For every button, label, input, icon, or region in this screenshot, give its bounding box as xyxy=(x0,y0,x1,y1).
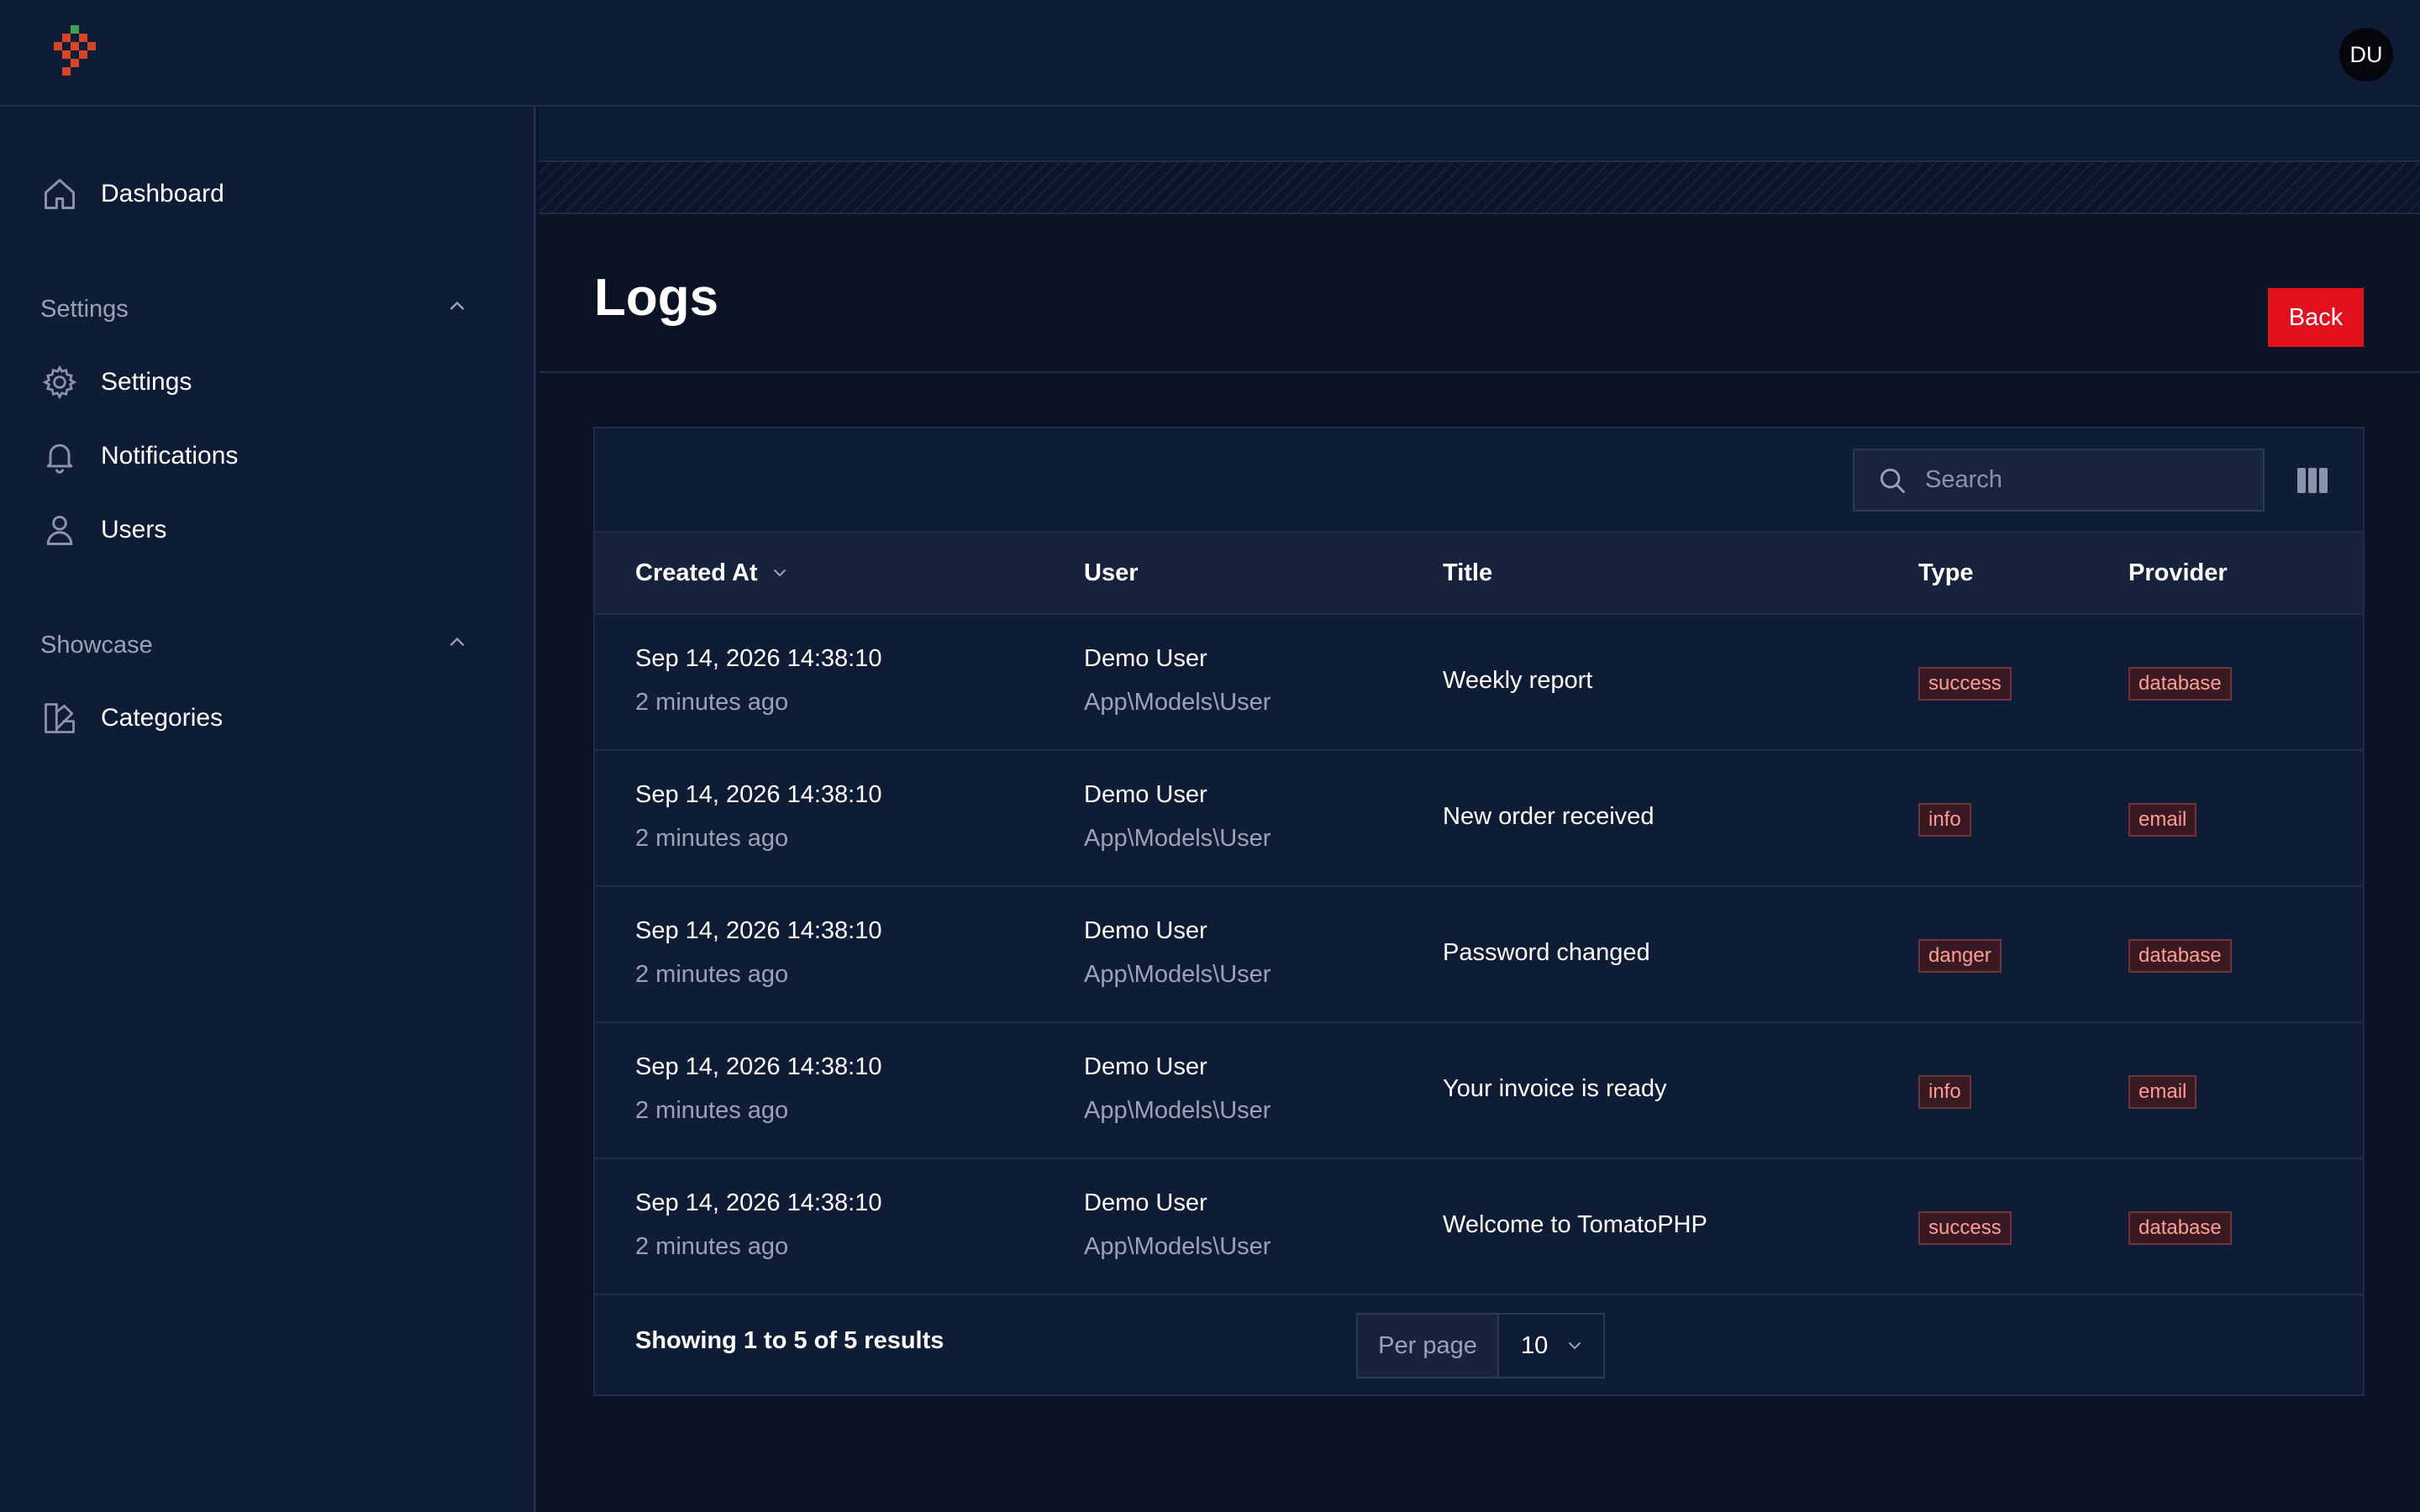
search-icon xyxy=(1880,468,1905,493)
column-header-user: User xyxy=(1084,559,1139,586)
type-badge: success xyxy=(1918,667,2012,701)
chevron-down-icon xyxy=(1569,1342,1581,1350)
sidebar-item-label: Categories xyxy=(101,704,224,732)
logo-icon[interactable] xyxy=(54,25,106,82)
provider-badge: database xyxy=(2128,939,2232,973)
user-model: App\Models\User xyxy=(1084,1097,1271,1124)
provider-badge: email xyxy=(2128,1075,2197,1109)
categories-icon xyxy=(40,699,79,738)
user-model: App\Models\User xyxy=(1084,961,1271,988)
user-name: Demo User xyxy=(1084,1053,1207,1080)
created-relative: 2 minutes ago xyxy=(635,689,789,716)
avatar[interactable]: DU xyxy=(2339,28,2393,81)
gear-icon xyxy=(40,363,79,402)
top-bar: DU xyxy=(0,0,2420,107)
type-badge: danger xyxy=(1918,939,2002,973)
per-page-dropdown[interactable]: 10 xyxy=(1499,1315,1603,1377)
chevron-up-icon xyxy=(445,630,469,660)
table-row[interactable]: Sep 14, 2026 14:38:10 2 minutes ago Demo… xyxy=(595,887,2363,1023)
main-top-strip xyxy=(539,107,2420,162)
column-header-provider: Provider xyxy=(2128,559,2228,586)
type-badge: success xyxy=(1918,1211,2012,1245)
column-header-title: Title xyxy=(1443,559,1493,586)
columns-icon xyxy=(2297,468,2328,493)
sidebar-item-label: Users xyxy=(101,516,167,543)
table-row[interactable]: Sep 14, 2026 14:38:10 2 minutes ago Demo… xyxy=(595,751,2363,887)
type-badge: info xyxy=(1918,1075,1971,1109)
per-page-value: 10 xyxy=(1521,1331,1549,1359)
user-name: Demo User xyxy=(1084,781,1207,808)
sidebar-group-label: Settings xyxy=(40,295,129,323)
created-at: Sep 14, 2026 14:38:10 xyxy=(635,781,882,808)
table-row[interactable]: Sep 14, 2026 14:38:10 2 minutes ago Demo… xyxy=(595,1159,2363,1295)
page-header: Logs Back xyxy=(539,214,2420,373)
user-model: App\Models\User xyxy=(1084,825,1271,852)
log-title: Welcome to TomatoPHP xyxy=(1443,1211,1707,1238)
sidebar-item-users[interactable]: Users xyxy=(40,505,166,555)
provider-badge: database xyxy=(2128,1211,2232,1245)
table-header: Created At User Title Type Provider xyxy=(595,531,2363,615)
sidebar-group-label: Showcase xyxy=(40,631,153,659)
log-title: New order received xyxy=(1443,803,1655,830)
provider-badge: database xyxy=(2128,667,2232,701)
per-page-label: Per page xyxy=(1358,1315,1499,1377)
sidebar-group-showcase[interactable]: Showcase xyxy=(40,624,469,666)
user-model: App\Models\User xyxy=(1084,689,1271,716)
sidebar-item-dashboard[interactable]: Dashboard xyxy=(40,169,224,219)
sidebar-item-label: Settings xyxy=(101,368,192,396)
table-row[interactable]: Sep 14, 2026 14:38:10 2 minutes ago Demo… xyxy=(595,1023,2363,1159)
sidebar-item-label: Dashboard xyxy=(101,180,224,207)
created-relative: 2 minutes ago xyxy=(635,825,789,852)
log-title: Your invoice is ready xyxy=(1443,1075,1667,1102)
column-header-created-at[interactable]: Created At xyxy=(635,533,790,613)
log-title: Password changed xyxy=(1443,939,1650,966)
created-at: Sep 14, 2026 14:38:10 xyxy=(635,917,882,944)
sidebar-item-notifications[interactable]: Notifications xyxy=(40,431,238,481)
table-row[interactable]: Sep 14, 2026 14:38:10 2 minutes ago Demo… xyxy=(595,615,2363,751)
search-box[interactable] xyxy=(1853,449,2265,512)
columns-toggle-button[interactable] xyxy=(2290,459,2335,502)
sidebar-group-settings[interactable]: Settings xyxy=(40,288,469,330)
pagination-summary: Showing 1 to 5 of 5 results xyxy=(635,1327,944,1354)
user-icon xyxy=(40,511,79,549)
back-button[interactable]: Back xyxy=(2268,288,2364,347)
created-at: Sep 14, 2026 14:38:10 xyxy=(635,1189,882,1216)
home-icon xyxy=(40,175,79,213)
user-name: Demo User xyxy=(1084,645,1207,672)
column-header-label: Created At xyxy=(635,559,758,586)
per-page-select[interactable]: Per page 10 xyxy=(1356,1313,1605,1378)
column-header-type: Type xyxy=(1918,559,1974,586)
hatched-divider xyxy=(539,162,2420,214)
created-relative: 2 minutes ago xyxy=(635,961,789,988)
sidebar-item-label: Notifications xyxy=(101,442,239,470)
sidebar: Dashboard Settings Settings Notification… xyxy=(0,107,536,1512)
type-badge: info xyxy=(1918,803,1971,837)
sidebar-item-categories[interactable]: Categories xyxy=(40,693,223,743)
search-input[interactable] xyxy=(1923,465,2246,495)
user-name: Demo User xyxy=(1084,1189,1207,1216)
created-at: Sep 14, 2026 14:38:10 xyxy=(635,645,882,672)
created-relative: 2 minutes ago xyxy=(635,1097,789,1124)
bell-icon xyxy=(40,437,79,475)
user-model: App\Models\User xyxy=(1084,1233,1271,1260)
created-at: Sep 14, 2026 14:38:10 xyxy=(635,1053,882,1080)
sidebar-item-settings[interactable]: Settings xyxy=(40,357,192,407)
logs-table-card: Created At User Title Type Provider Sep … xyxy=(593,427,2365,1396)
chevron-down-icon xyxy=(773,570,786,577)
log-title: Weekly report xyxy=(1443,667,1593,694)
provider-badge: email xyxy=(2128,803,2197,837)
chevron-up-icon xyxy=(445,294,469,324)
page-title: Logs xyxy=(594,269,719,327)
user-name: Demo User xyxy=(1084,917,1207,944)
created-relative: 2 minutes ago xyxy=(635,1233,789,1260)
